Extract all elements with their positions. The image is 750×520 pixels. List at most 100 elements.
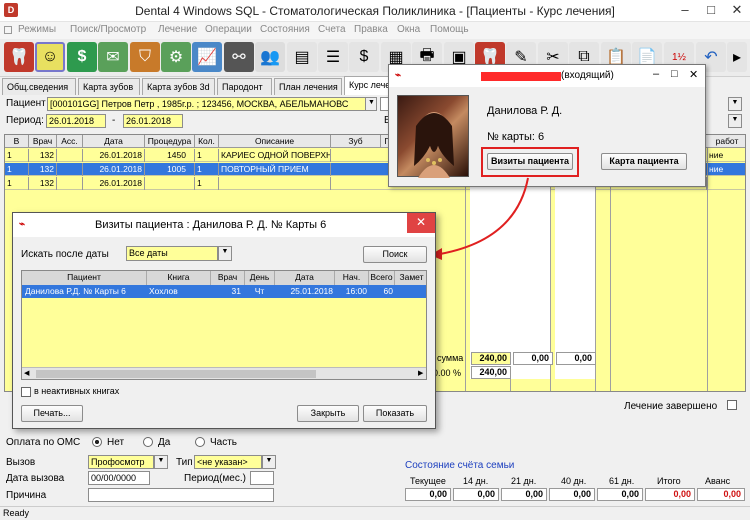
oms-label: Оплата по ОМС xyxy=(6,437,81,448)
menu-item-treatment[interactable]: Лечение xyxy=(158,24,197,35)
visit-cell-doctor: 31 xyxy=(231,286,241,296)
more-icon[interactable]: ▸ xyxy=(727,42,747,72)
visits-header-notes[interactable]: Замет xyxy=(395,271,426,285)
grid-header-tooth[interactable]: Зуб xyxy=(331,135,381,148)
tab-course[interactable]: Курс лечения xyxy=(344,76,394,95)
summa-value-2: 0,00 xyxy=(513,352,553,365)
dialog-close-button[interactable]: ✕ xyxy=(407,213,435,233)
patient-visits-dialog: ⌁ Визиты пациента : Данилова Р. Д. № Кар… xyxy=(12,212,436,429)
minimize-button[interactable]: – xyxy=(672,0,698,22)
tab-plan[interactable]: План лечения xyxy=(274,78,342,95)
period-label: Период: xyxy=(6,115,44,126)
print-button[interactable]: Печать... xyxy=(21,405,83,422)
grid-header-date[interactable]: Дата xyxy=(83,135,145,148)
search-date-dropdown-icon[interactable]: ▼ xyxy=(218,246,232,261)
gears-icon[interactable]: ⚙ xyxy=(161,42,191,72)
menu-item-states[interactable]: Состояния xyxy=(260,24,310,35)
call-field[interactable]: Профосмотр xyxy=(88,455,154,469)
menu-item-modes[interactable]: Режимы xyxy=(18,24,56,35)
visits-header-patient[interactable]: Пациент xyxy=(22,271,147,285)
visits-header-day[interactable]: День xyxy=(245,271,275,285)
right-dropdown2-icon[interactable]: ▼ xyxy=(728,114,742,128)
patient-card-button[interactable]: Карта пациента xyxy=(601,153,687,170)
cell-doctor: 132 xyxy=(29,149,57,162)
cell-date: 26.01.2018 xyxy=(83,177,145,190)
grid-header-qty[interactable]: Кол. xyxy=(195,135,219,148)
document-icon[interactable]: ▤ xyxy=(287,42,317,72)
grid-header-doctor[interactable]: Врач xyxy=(29,135,57,148)
call-date-field[interactable]: 00/00/0000 xyxy=(88,471,150,485)
menu-item-help[interactable]: Помощь xyxy=(430,24,469,35)
oms-radio-part[interactable] xyxy=(195,437,205,447)
chart-icon[interactable]: 📈 xyxy=(192,42,222,72)
scroll-left-icon[interactable]: ◀ xyxy=(24,369,29,377)
oms-radio-yes[interactable] xyxy=(143,437,153,447)
grid-header-assistant[interactable]: Асс. xyxy=(57,135,83,148)
grid-header-work[interactable]: работ xyxy=(707,135,745,148)
tab-teeth-map[interactable]: Карта зубов xyxy=(78,78,140,95)
patient-visits-button[interactable]: Визиты пациента xyxy=(487,153,573,170)
list-icon[interactable]: ☰ xyxy=(318,42,348,72)
cell-date: 26.01.2018 xyxy=(83,149,145,162)
call-dropdown-icon[interactable]: ▼ xyxy=(154,455,168,469)
show-button[interactable]: Показать xyxy=(363,405,427,422)
dental-icon[interactable]: 🦷 xyxy=(4,42,34,72)
reason-field[interactable] xyxy=(88,488,274,502)
tab-parodont[interactable]: Пародонт xyxy=(217,78,272,95)
oms-radio-no[interactable] xyxy=(92,437,102,447)
menu-item-search[interactable]: Поиск/Просмотр xyxy=(70,24,146,35)
scrollbar-thumb[interactable] xyxy=(36,370,316,378)
maximize-button[interactable]: □ xyxy=(698,0,724,22)
percent-label: 0.00 % xyxy=(433,368,462,378)
popup-minimize-button[interactable]: – xyxy=(653,68,659,80)
family-header-current: Текущее xyxy=(410,476,446,486)
patient-dropdown-icon[interactable]: ▼ xyxy=(365,97,377,111)
close-window-button[interactable]: ✕ xyxy=(724,0,750,22)
cell-description: ПОВТОРНЫЙ ПРИЕМ xyxy=(219,163,331,176)
menu-item-edit[interactable]: Правка xyxy=(354,24,388,35)
dollar-icon[interactable]: $ xyxy=(67,42,97,72)
visits-header-book[interactable]: Книга xyxy=(147,271,211,285)
search-date-field[interactable]: Все даты xyxy=(126,246,218,261)
inactive-books-checkbox[interactable] xyxy=(21,387,31,397)
money-doc-icon[interactable]: $ xyxy=(349,42,379,72)
visits-header-start[interactable]: Нач. xyxy=(335,271,369,285)
menu-item-windows[interactable]: Окна xyxy=(397,24,420,35)
grid-header-b[interactable]: В xyxy=(5,135,29,148)
smiley-icon[interactable]: ☺ xyxy=(35,42,65,72)
window-title: Dental 4 Windows SQL - Стоматологическая… xyxy=(135,4,615,18)
close-button[interactable]: Закрыть xyxy=(297,405,359,422)
period-months-field[interactable] xyxy=(250,471,274,485)
visits-header-total[interactable]: Всего xyxy=(369,271,395,285)
search-button[interactable]: Поиск xyxy=(363,246,427,263)
visit-cell-day: Чт xyxy=(254,286,265,296)
treatment-done-checkbox[interactable] xyxy=(727,400,737,410)
cell-assistant xyxy=(57,177,83,190)
visits-header-doctor[interactable]: Врач xyxy=(211,271,245,285)
horizontal-scrollbar[interactable]: ◀ ▶ xyxy=(22,367,426,379)
grid-header-procedure[interactable]: Процедура xyxy=(145,135,195,148)
scroll-right-icon[interactable]: ▶ xyxy=(418,369,423,377)
shield-icon[interactable]: ⛉ xyxy=(130,42,160,72)
people-icon[interactable]: 👥 xyxy=(255,42,285,72)
annotation-arrow xyxy=(430,177,529,260)
grid-header-description[interactable]: Описание xyxy=(219,135,331,148)
visits-header-date[interactable]: Дата xyxy=(275,271,335,285)
menu-item-accounts[interactable]: Счета xyxy=(318,24,346,35)
cell-procedure: 1005 xyxy=(145,163,195,176)
type-field[interactable]: <не указан> xyxy=(194,455,262,469)
menu-item-operations[interactable]: Операции xyxy=(205,24,252,35)
popup-maximize-button[interactable]: □ xyxy=(671,68,678,80)
patient-field[interactable]: [000101GG] Петров Петр , 1985г.р. ; 1234… xyxy=(47,97,367,111)
right-dropdown-icon[interactable]: ▼ xyxy=(728,97,742,111)
period-to-field[interactable]: 26.01.2018 xyxy=(123,114,183,128)
binoculars-icon[interactable]: ⚯ xyxy=(224,42,254,72)
period-from-field[interactable]: 26.01.2018 xyxy=(46,114,106,128)
tab-teeth-map-3d[interactable]: Карта зубов 3d xyxy=(142,78,215,95)
popup-close-button[interactable]: ✕ xyxy=(689,68,698,81)
tab-general[interactable]: Общ.сведения xyxy=(2,78,76,95)
status-bar: Ready xyxy=(0,506,750,520)
type-dropdown-icon[interactable]: ▼ xyxy=(262,455,276,469)
redacted-phone xyxy=(481,72,561,81)
mail-icon[interactable]: ✉ xyxy=(98,42,128,72)
